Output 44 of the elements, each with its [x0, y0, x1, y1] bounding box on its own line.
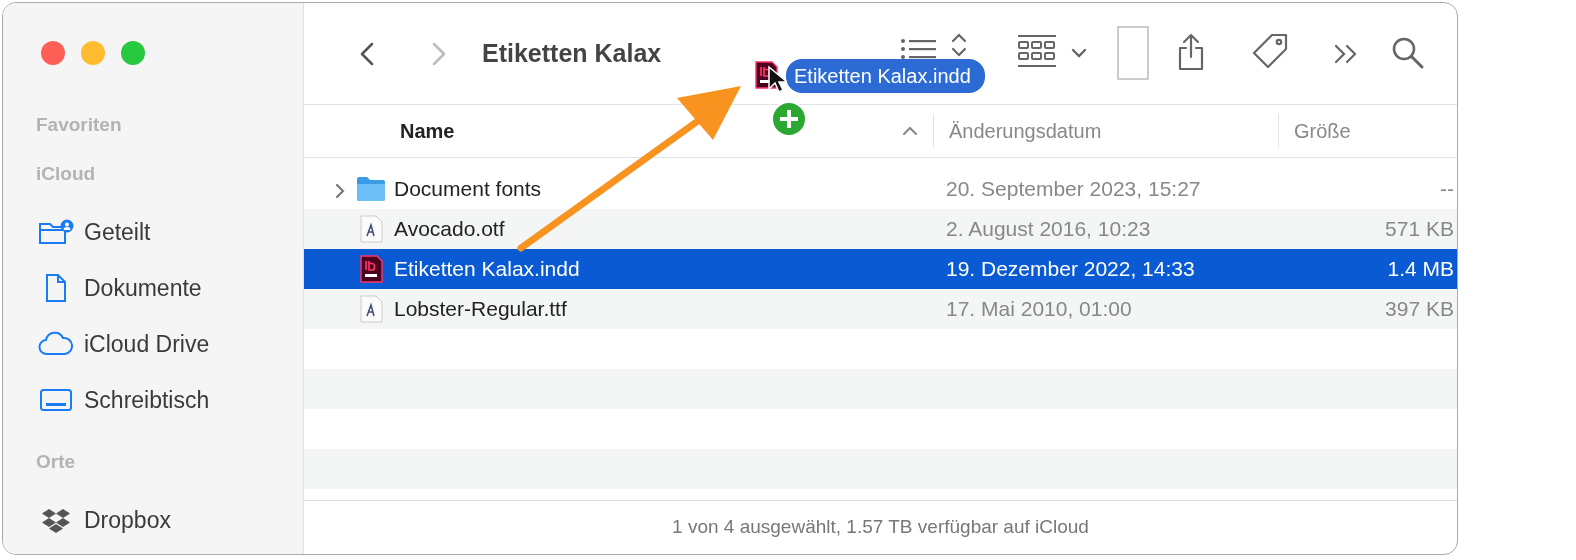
disclosure-chevron-icon[interactable] — [334, 181, 346, 200]
sort-order-icon[interactable] — [949, 33, 969, 57]
date-modified: 19. Dezember 2022, 14:33 — [946, 257, 1195, 281]
file-name: Avocado.otf — [394, 216, 505, 243]
status-text: 1 von 4 ausgewählt, 1.57 TB verfügbar auf iCloud — [672, 515, 1089, 540]
sidebar-item[interactable]: Geteilt — [84, 214, 151, 250]
file-name: Etiketten Kalax.indd — [394, 256, 580, 283]
date-modified: 2. August 2016, 10:23 — [946, 217, 1151, 241]
search-icon[interactable] — [1391, 36, 1425, 70]
file-size: 571 KB — [1385, 217, 1454, 241]
file-size: 1.4 MB — [1387, 257, 1454, 281]
date-modified: 17. Mai 2010, 01:00 — [946, 297, 1132, 321]
date-modified: 20. September 2023, 15:27 — [946, 177, 1201, 201]
copy-plus-icon — [770, 100, 808, 138]
column-header[interactable]: Größe — [1294, 116, 1351, 146]
section-header: Favoriten — [36, 113, 123, 137]
section-header: Orte — [36, 450, 77, 474]
list-view-icon[interactable] — [900, 37, 938, 61]
file-row[interactable]: Lobster-Regular.ttf 17. Mai 2010, 01:00 397 KB — [304, 289, 1457, 329]
section-header: iCloud — [36, 161, 97, 186]
column-header[interactable]: Änderungsdatum — [949, 116, 1102, 146]
shared-folder-icon — [38, 218, 74, 246]
file-size: -- — [1440, 177, 1454, 201]
file-row[interactable]: Etiketten Kalax.indd 19. Dezember 2022, 14:33 1.4 MB — [304, 249, 1457, 289]
window-title: Etiketten Kalax — [482, 37, 662, 69]
file-name: Document fonts — [394, 176, 542, 203]
empty-toolbar-slot — [1117, 26, 1149, 80]
sidebar-item[interactable]: Schreibtisch — [84, 382, 210, 418]
sort-caret-icon — [901, 125, 919, 137]
drag-label: Etiketten Kalax.indd — [786, 59, 985, 93]
sidebar-item[interactable]: iCloud Drive — [84, 326, 210, 362]
desktop-icon — [38, 387, 74, 413]
group-view-icon[interactable] — [1017, 34, 1057, 68]
file-row[interactable]: Avocado.otf 2. August 2016, 10:23 571 KB — [304, 209, 1457, 249]
sidebar-item[interactable]: Dokumente — [84, 270, 202, 306]
close-button[interactable] — [41, 41, 65, 65]
file-name: Lobster-Regular.ttf — [394, 296, 567, 323]
folder-icon — [356, 175, 386, 203]
column-header[interactable]: Name — [400, 116, 455, 146]
file-size: 397 KB — [1385, 297, 1454, 321]
cloud-icon — [38, 331, 74, 357]
sidebar-item[interactable]: Dropbox — [84, 503, 171, 538]
file-row[interactable]: Document fonts 20. September 2023, 15:27 -- — [304, 169, 1457, 209]
dropdown-caret-icon[interactable] — [1070, 47, 1088, 59]
